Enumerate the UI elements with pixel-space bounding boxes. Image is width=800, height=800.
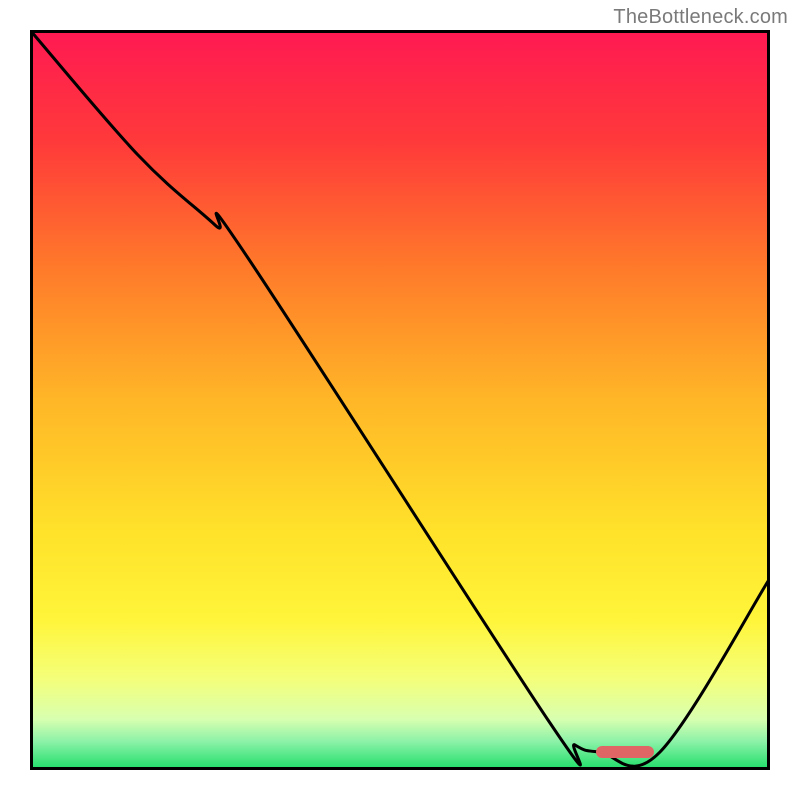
optimal-range-marker [596,746,654,758]
chart-canvas: TheBottleneck.com [0,0,800,800]
plot-frame [30,30,770,770]
watermark-text: TheBottleneck.com [613,6,788,29]
